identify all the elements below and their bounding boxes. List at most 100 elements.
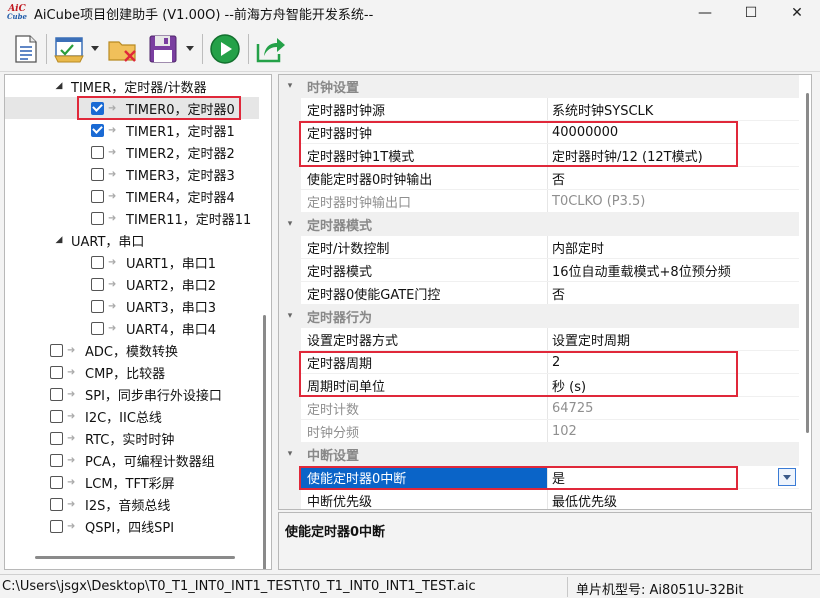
property-row[interactable]: 中断优先级 最低优先级 <box>279 489 799 510</box>
collapse-icon[interactable]: ▾ <box>279 213 301 235</box>
property-name: 使能定时器0时钟输出 <box>301 167 548 189</box>
checkbox[interactable] <box>50 343 63 357</box>
tree-item-label: TIMER，定时器/计数器 <box>71 80 207 96</box>
property-row: 时钟分频 102 <box>279 420 799 443</box>
property-value[interactable]: 否 <box>548 167 799 189</box>
tree-horizontal-scrollbar[interactable] <box>35 556 235 559</box>
description-panel: 使能定时器0中断 <box>278 512 812 570</box>
category-interrupt-settings[interactable]: ▾ 中断设置 <box>279 443 799 466</box>
tree-item-timer1[interactable]: ➜ TIMER1，定时器1 <box>5 119 235 141</box>
tree-item-qspi[interactable]: ➜ QSPI，四线SPI <box>5 515 174 537</box>
property-row[interactable]: 设置定时器方式 设置定时周期 <box>279 328 799 351</box>
close-button[interactable]: ✕ <box>774 0 820 26</box>
tree-item-rtc[interactable]: ➜ RTC，实时时钟 <box>5 427 174 449</box>
property-row[interactable]: 使能定时器0时钟输出 否 <box>279 167 799 190</box>
category-label: 时钟设置 <box>307 80 360 96</box>
checkbox[interactable] <box>91 123 104 137</box>
property-row[interactable]: 定时器0使能GATE门控 否 <box>279 282 799 305</box>
status-bar: C:\Users\jsgx\Desktop\T0_T1_INT0_INT1_TE… <box>0 574 820 598</box>
property-value[interactable]: 系统时钟SYSCLK <box>548 98 799 120</box>
tree-item-timer3[interactable]: ➜ TIMER3，定时器3 <box>5 163 235 185</box>
collapse-icon[interactable]: ▾ <box>279 305 301 327</box>
toolbar-separator <box>202 34 203 64</box>
checkbox[interactable] <box>91 189 104 203</box>
arrow-right-icon: ➜ <box>67 366 76 378</box>
category-clock-settings[interactable]: ▾ 时钟设置 <box>279 75 799 98</box>
maximize-button[interactable]: ☐ <box>728 0 774 26</box>
checkbox[interactable] <box>91 299 104 313</box>
tree-item-timer2[interactable]: ➜ TIMER2，定时器2 <box>5 141 235 163</box>
title-bar: AiC Cube AiCube项目创建助手 (V1.00O) --前海方舟智能开… <box>0 0 820 26</box>
tree-item-spi[interactable]: ➜ SPI，同步串行外设接口 <box>5 383 222 405</box>
checkbox[interactable] <box>50 497 63 511</box>
property-name: 设置定时器方式 <box>301 328 548 350</box>
tree-group-uart[interactable]: ◢ UART，串口 <box>5 229 145 251</box>
tree-item-pca[interactable]: ➜ PCA，可编程计数器组 <box>5 449 215 471</box>
checkbox[interactable] <box>50 453 63 467</box>
tree-item-uart3[interactable]: ➜ UART3，串口3 <box>5 295 216 317</box>
tree-item-uart1[interactable]: ➜ UART1，串口1 <box>5 251 216 273</box>
checkbox[interactable] <box>50 475 63 489</box>
run-button[interactable] <box>208 32 242 66</box>
collapse-icon[interactable]: ▾ <box>279 75 301 97</box>
checkbox[interactable] <box>91 211 104 225</box>
tree-item-i2s[interactable]: ➜ I2S，音频总线 <box>5 493 170 515</box>
value-dropdown-button[interactable] <box>778 468 796 486</box>
close-project-button[interactable] <box>106 32 140 66</box>
property-value[interactable]: 最低优先级 <box>548 489 799 510</box>
collapse-icon[interactable]: ▾ <box>279 443 301 465</box>
checkbox[interactable] <box>50 387 63 401</box>
property-row[interactable]: 定时器时钟源 系统时钟SYSCLK <box>279 98 799 121</box>
new-file-button[interactable] <box>10 32 42 66</box>
category-timer-mode[interactable]: ▾ 定时器模式 <box>279 213 799 236</box>
property-row[interactable]: 定时/计数控制 内部定时 <box>279 236 799 259</box>
property-value[interactable]: 否 <box>548 282 799 304</box>
checkbox[interactable] <box>50 409 63 423</box>
checkbox[interactable] <box>91 145 104 159</box>
peripheral-tree[interactable]: ◢ TIMER，定时器/计数器 ➜ TIMER0，定时器0 ➜ TIMER1，定… <box>4 74 272 570</box>
save-icon <box>149 35 177 63</box>
checkbox[interactable] <box>91 321 104 335</box>
tree-item-uart2[interactable]: ➜ UART2，串口2 <box>5 273 216 295</box>
collapse-icon[interactable]: ◢ <box>53 235 65 245</box>
checkbox[interactable] <box>50 365 63 379</box>
highlight-box <box>299 466 738 490</box>
property-vertical-scrollbar[interactable] <box>806 93 809 433</box>
property-value: T0CLKO (P3.5) <box>552 193 646 209</box>
tree-item-uart4[interactable]: ➜ UART4，串口4 <box>5 317 216 339</box>
tree-item-i2c[interactable]: ➜ I2C，IIC总线 <box>5 405 162 427</box>
tree-item-cmp[interactable]: ➜ CMP，比较器 <box>5 361 165 383</box>
checkbox[interactable] <box>50 519 63 533</box>
property-value[interactable]: 内部定时 <box>548 236 799 258</box>
checkbox[interactable] <box>91 255 104 269</box>
checkbox[interactable] <box>50 431 63 445</box>
property-value[interactable]: 设置定时周期 <box>548 328 799 350</box>
tree-item-label: LCM，TFT彩屏 <box>85 476 175 492</box>
window-title: AiCube项目创建助手 (V1.00O) --前海方舟智能开发系统-- <box>34 7 374 23</box>
collapse-icon[interactable]: ◢ <box>53 81 65 91</box>
category-timer-behavior[interactable]: ▾ 定时器行为 <box>279 305 799 328</box>
open-dropdown-arrow[interactable] <box>91 46 99 51</box>
tree-item-timer4[interactable]: ➜ TIMER4，定时器4 <box>5 185 235 207</box>
property-row[interactable]: 定时器模式 16位自动重载模式+8位预分频 <box>279 259 799 282</box>
app-logo: AiC Cube <box>6 3 28 23</box>
property-row: 定时计数 64725 <box>279 397 799 420</box>
tree-item-timer11[interactable]: ➜ TIMER11，定时器11 <box>5 207 251 229</box>
toolbar-separator <box>248 34 249 64</box>
tree-group-timer[interactable]: ◢ TIMER，定时器/计数器 <box>5 75 271 97</box>
export-button[interactable] <box>254 32 288 66</box>
tree-vertical-scrollbar[interactable] <box>263 315 266 569</box>
tree-item-lcm[interactable]: ➜ LCM，TFT彩屏 <box>5 471 175 493</box>
window-controls: — ☐ ✕ <box>682 0 820 26</box>
tree-item-label: UART4，串口4 <box>126 322 216 338</box>
tree-item-label: TIMER1，定时器1 <box>126 124 235 140</box>
open-project-button[interactable] <box>52 32 88 66</box>
tree-item-label: RTC，实时时钟 <box>85 432 175 448</box>
tree-item-adc[interactable]: ➜ ADC，模数转换 <box>5 339 178 361</box>
property-value[interactable]: 16位自动重载模式+8位预分频 <box>548 259 799 281</box>
minimize-button[interactable]: — <box>682 0 728 26</box>
save-button[interactable] <box>146 32 180 66</box>
checkbox[interactable] <box>91 167 104 181</box>
save-dropdown-arrow[interactable] <box>186 46 194 51</box>
checkbox[interactable] <box>91 277 104 291</box>
